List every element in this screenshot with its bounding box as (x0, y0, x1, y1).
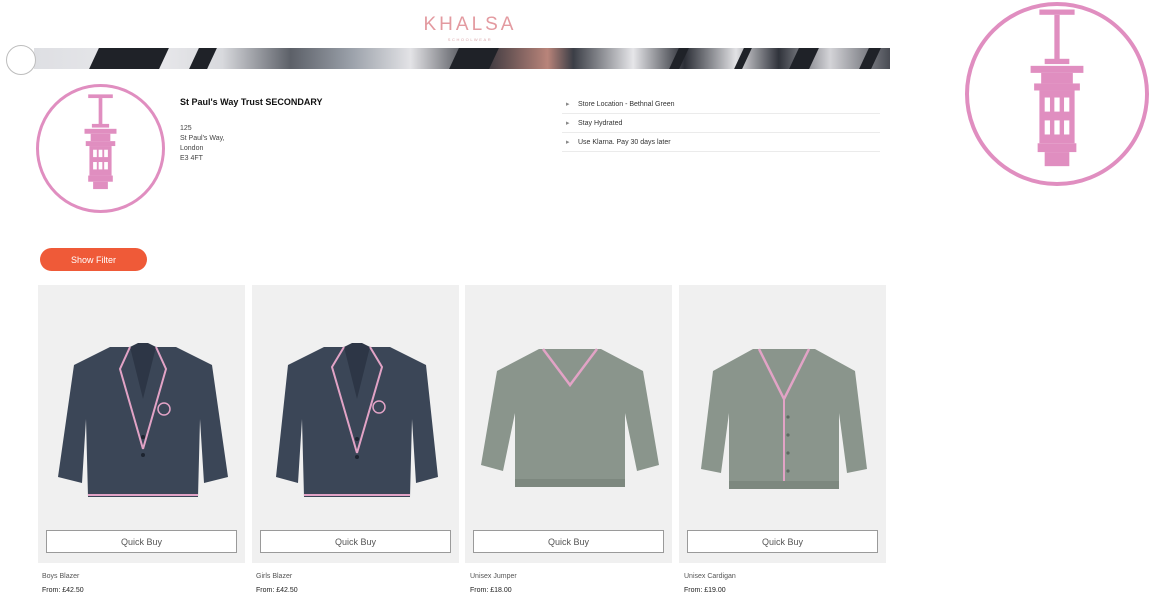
tower-icon (84, 94, 117, 190)
show-filter-button[interactable]: Show Filter (40, 248, 147, 271)
product-name[interactable]: Girls Blazer (256, 573, 292, 580)
brand-logo[interactable]: KHALSA SCHOOLWEAR (0, 14, 940, 42)
address-line: London (180, 145, 204, 152)
store-info-label: Stay Hydrated (578, 119, 623, 127)
product-card-unisex-cardigan[interactable]: Quick Buy (679, 285, 886, 563)
chevron-right-icon: ▸ (566, 120, 570, 127)
tower-icon (1030, 9, 1084, 167)
quick-buy-button[interactable]: Quick Buy (473, 530, 664, 553)
blazer-image (276, 343, 438, 497)
chevron-right-icon: ▸ (566, 101, 570, 108)
address-line: St Paul's Way, (180, 135, 225, 142)
quick-buy-button[interactable]: Quick Buy (260, 530, 451, 553)
address-line: 125 (180, 125, 192, 132)
school-crest-large (965, 2, 1149, 186)
chevron-right-icon: ▸ (566, 139, 570, 146)
store-info-location[interactable]: ▸ Store Location - Bethnal Green (562, 95, 880, 114)
store-info-label: Use Klarna. Pay 30 days later (578, 138, 671, 146)
store-info-list: ▸ Store Location - Bethnal Green ▸ Stay … (562, 95, 880, 152)
jumper-image (481, 348, 659, 487)
product-card-unisex-jumper[interactable]: Quick Buy (465, 285, 672, 563)
product-name[interactable]: Unisex Cardigan (684, 573, 736, 580)
school-name: St Paul's Way Trust SECONDARY (180, 97, 323, 107)
product-card-girls-blazer[interactable]: Quick Buy (252, 285, 459, 563)
cardigan-image (701, 348, 867, 489)
brand-tagline: SCHOOLWEAR (447, 37, 493, 42)
store-info-klarna[interactable]: ▸ Use Klarna. Pay 30 days later (562, 133, 880, 152)
blazer-image (58, 343, 228, 497)
address-line: E3 4FT (180, 155, 203, 162)
product-price: From: £42.50 (256, 587, 298, 594)
product-card-boys-blazer[interactable]: Quick Buy (38, 285, 245, 563)
school-details: St Paul's Way Trust SECONDARY 125 St Pau… (180, 97, 520, 164)
product-price: From: £19.00 (684, 587, 726, 594)
quick-buy-button[interactable]: Quick Buy (46, 530, 237, 553)
school-crest (36, 84, 165, 213)
product-name[interactable]: Unisex Jumper (470, 573, 517, 580)
product-name[interactable]: Boys Blazer (42, 573, 79, 580)
store-info-label: Store Location - Bethnal Green (578, 100, 675, 108)
carousel-prev-button[interactable] (6, 45, 36, 75)
store-info-hydrated[interactable]: ▸ Stay Hydrated (562, 114, 880, 133)
product-price: From: £42.50 (42, 587, 84, 594)
brand-name: KHALSA (423, 14, 517, 35)
product-price: From: £18.00 (470, 587, 512, 594)
quick-buy-button[interactable]: Quick Buy (687, 530, 878, 553)
school-address: 125 St Paul's Way, London E3 4FT (180, 124, 520, 164)
hero-banner (34, 48, 890, 69)
